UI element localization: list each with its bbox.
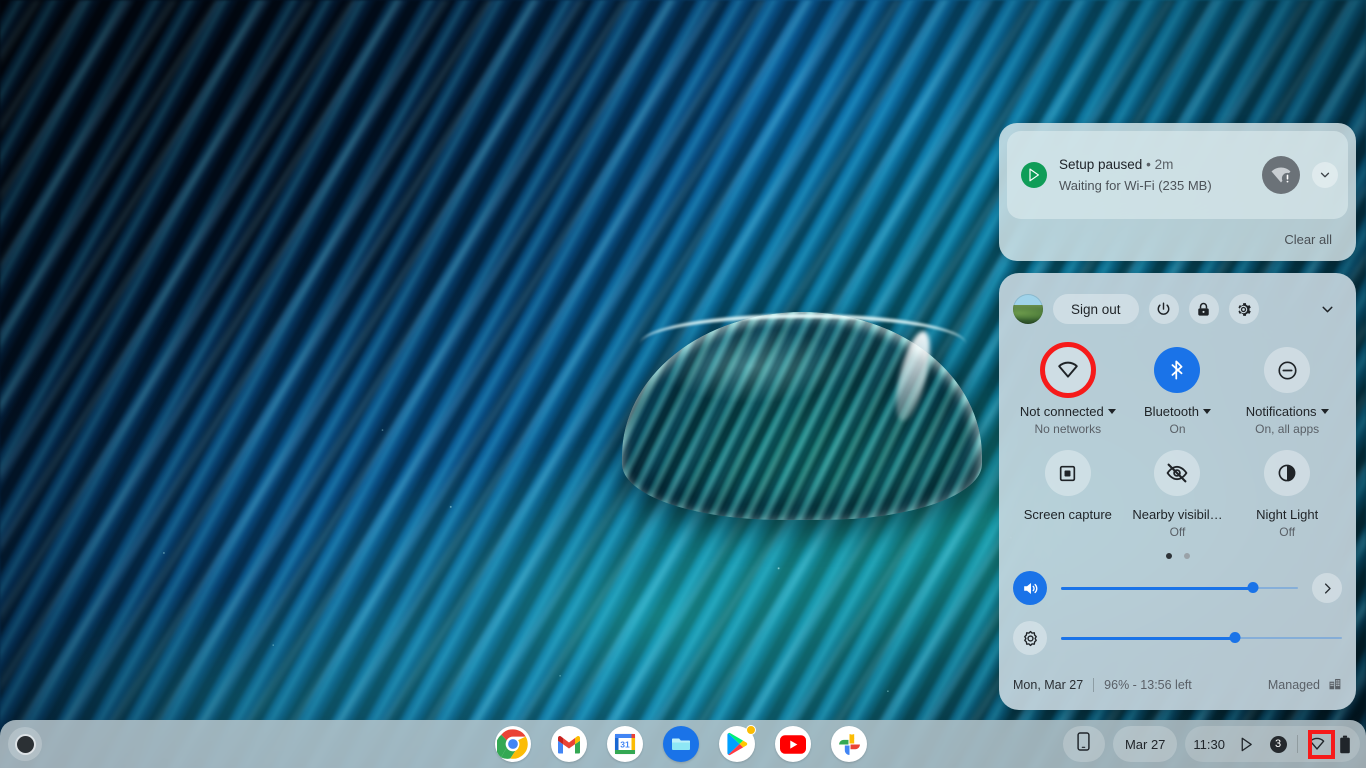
date-tray-button[interactable]: Mar 27 [1113, 726, 1177, 762]
tile-sublabel: No networks [1034, 421, 1101, 438]
shelf-app-gmail[interactable] [551, 726, 587, 762]
play-store-icon [1021, 162, 1047, 188]
quick-settings-tile-night-light[interactable]: Night Light Off [1232, 444, 1342, 541]
quick-settings-tiles: Not connected No networks Bluetooth On [1013, 341, 1342, 541]
night-light-icon[interactable] [1264, 450, 1310, 496]
shelf-tray-wifi-icon[interactable] [1304, 730, 1330, 758]
volume-slider-row [1013, 567, 1342, 609]
wifi-alert-icon [1262, 156, 1300, 194]
chevron-down-icon[interactable] [1312, 162, 1338, 188]
system-tray[interactable]: 11:30 3 [1185, 726, 1360, 762]
chevron-down-icon[interactable] [1321, 409, 1329, 414]
notification-title: Setup paused • 2m [1059, 155, 1250, 174]
wifi-icon[interactable] [1045, 347, 1091, 393]
notification-timestamp: • 2m [1146, 157, 1173, 172]
tile-sublabel: Off [1170, 524, 1186, 541]
notification-panel: Setup paused • 2m Waiting for Wi-Fi (235… [999, 123, 1356, 261]
tile-sublabel: On, all apps [1255, 421, 1319, 438]
brightness-icon[interactable] [1013, 621, 1047, 655]
chevron-down-icon[interactable] [1108, 409, 1116, 414]
quick-settings-panel: Sign out [999, 273, 1356, 710]
battery-icon[interactable] [1336, 730, 1354, 758]
shelf-app-chrome[interactable] [495, 726, 531, 762]
quick-settings-page-dots[interactable] [1013, 553, 1342, 559]
quick-settings-tile-notifications[interactable]: Notifications On, all apps [1232, 341, 1342, 438]
clear-all-button[interactable]: Clear all [1276, 228, 1340, 251]
shelf-status-area: Mar 27 11:30 3 [1063, 726, 1360, 762]
shelf: 31 [0, 720, 1366, 768]
phone-icon [1076, 732, 1091, 756]
brightness-slider-fill [1061, 637, 1235, 640]
brightness-slider-thumb[interactable] [1230, 632, 1241, 643]
launcher-dot [17, 736, 34, 753]
quick-settings-footer: Mon, Mar 27 96% - 13:56 left Managed [1013, 674, 1342, 696]
tile-label-text: Not connected [1020, 403, 1104, 420]
shelf-app-playstore[interactable] [719, 726, 755, 762]
launcher-icon[interactable] [8, 727, 42, 761]
sign-out-button[interactable]: Sign out [1053, 294, 1139, 324]
brightness-slider-row [1013, 617, 1342, 659]
tile-sublabel: On [1169, 421, 1185, 438]
volume-slider-thumb[interactable] [1247, 582, 1258, 593]
tile-sublabel: Off [1279, 524, 1295, 541]
volume-slider-fill [1061, 587, 1253, 590]
notification-body: Waiting for Wi-Fi (235 MB) [1059, 176, 1250, 195]
quick-settings-tile-wifi[interactable]: Not connected No networks [1013, 341, 1123, 438]
shelf-app-photos[interactable] [831, 726, 867, 762]
power-icon[interactable] [1149, 294, 1179, 324]
volume-up-icon[interactable] [1013, 571, 1047, 605]
tile-label: Notifications [1246, 403, 1329, 420]
notification-text: Setup paused • 2m Waiting for Wi-Fi (235… [1059, 155, 1250, 195]
chevron-right-icon[interactable] [1312, 573, 1342, 603]
avatar[interactable] [1013, 294, 1043, 324]
battery-status: 96% - 13:56 left [1104, 678, 1192, 692]
phone-hub-button[interactable] [1063, 726, 1105, 762]
do-not-disturb-icon[interactable] [1264, 347, 1310, 393]
play-store-tray-icon[interactable] [1233, 730, 1259, 758]
bluetooth-icon[interactable] [1154, 347, 1200, 393]
quick-settings-tile-bluetooth[interactable]: Bluetooth On [1123, 341, 1233, 438]
tile-label-text: Notifications [1246, 403, 1317, 420]
app-update-badge [746, 725, 756, 735]
clear-all-row: Clear all [1007, 219, 1348, 259]
gear-icon[interactable] [1229, 294, 1259, 324]
footer-date: Mon, Mar 27 [1013, 678, 1083, 692]
notification-counter[interactable]: 3 [1265, 730, 1291, 758]
nearby-visibility-off-icon[interactable] [1154, 450, 1200, 496]
shelf-app-row: 31 [495, 726, 867, 762]
shelf-time: 11:30 [1191, 737, 1227, 752]
notification-count: 3 [1270, 736, 1287, 753]
enterprise-icon [1328, 677, 1342, 694]
tile-label: Bluetooth [1144, 403, 1211, 420]
tile-label: Nearby visibil… [1132, 506, 1222, 523]
lock-icon[interactable] [1189, 294, 1219, 324]
shelf-app-files[interactable] [663, 726, 699, 762]
tray-separator [1297, 735, 1298, 753]
quick-settings-header: Sign out [1013, 287, 1342, 331]
quick-settings-tile-screen-capture[interactable]: Screen capture [1013, 444, 1123, 541]
screen-capture-icon[interactable] [1045, 450, 1091, 496]
svg-text:31: 31 [620, 740, 630, 750]
managed-label: Managed [1268, 678, 1320, 692]
tile-label: Not connected [1020, 403, 1116, 420]
quick-settings-tile-nearby-visibility[interactable]: Nearby visibil… Off [1123, 444, 1233, 541]
managed-status[interactable]: Managed [1268, 677, 1342, 694]
tile-label: Night Light [1256, 506, 1318, 523]
footer-divider [1093, 678, 1094, 692]
tile-label: Screen capture [1024, 506, 1112, 523]
tile-label-text: Bluetooth [1144, 403, 1199, 420]
notification-title-text: Setup paused [1059, 157, 1142, 172]
collapse-quick-settings-icon[interactable] [1312, 294, 1342, 324]
page-dot-1[interactable] [1166, 553, 1172, 559]
shelf-app-youtube[interactable] [775, 726, 811, 762]
brightness-slider[interactable] [1061, 632, 1342, 644]
desktop: Setup paused • 2m Waiting for Wi-Fi (235… [0, 0, 1366, 768]
shelf-date: Mar 27 [1125, 737, 1165, 752]
page-dot-2[interactable] [1184, 553, 1190, 559]
volume-slider[interactable] [1061, 582, 1298, 594]
shelf-app-calendar[interactable]: 31 [607, 726, 643, 762]
notification-item[interactable]: Setup paused • 2m Waiting for Wi-Fi (235… [1007, 131, 1348, 219]
chevron-down-icon[interactable] [1203, 409, 1211, 414]
